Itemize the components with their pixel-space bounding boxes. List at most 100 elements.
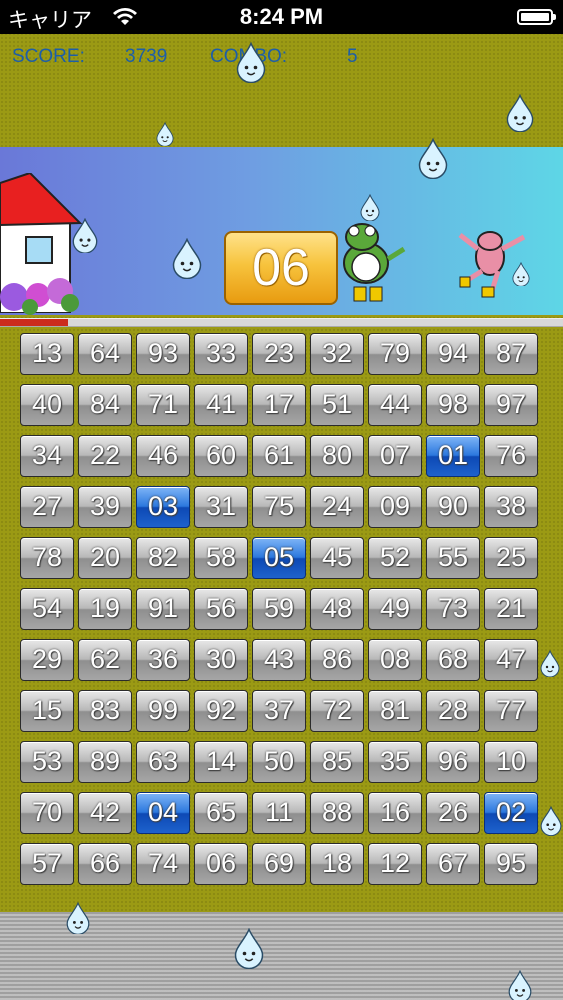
number-tile-87[interactable]: 87: [484, 333, 538, 375]
number-tile-07[interactable]: 07: [368, 435, 422, 477]
number-tile-01[interactable]: 01: [426, 435, 480, 477]
number-tile-05[interactable]: 05: [252, 537, 306, 579]
number-tile-93[interactable]: 93: [136, 333, 190, 375]
number-tile-65[interactable]: 65: [194, 792, 248, 834]
number-tile-80[interactable]: 80: [310, 435, 364, 477]
number-tile-92[interactable]: 92: [194, 690, 248, 732]
number-tile-74[interactable]: 74: [136, 843, 190, 885]
number-tile-88[interactable]: 88: [310, 792, 364, 834]
number-tile-19[interactable]: 19: [78, 588, 132, 630]
number-tile-22[interactable]: 22: [78, 435, 132, 477]
number-tile-34[interactable]: 34: [20, 435, 74, 477]
number-tile-61[interactable]: 61: [252, 435, 306, 477]
number-tile-37[interactable]: 37: [252, 690, 306, 732]
number-tile-77[interactable]: 77: [484, 690, 538, 732]
number-tile-68[interactable]: 68: [426, 639, 480, 681]
number-tile-54[interactable]: 54: [20, 588, 74, 630]
number-tile-13[interactable]: 13: [20, 333, 74, 375]
number-tile-46[interactable]: 46: [136, 435, 190, 477]
number-tile-04[interactable]: 04: [136, 792, 190, 834]
number-tile-27[interactable]: 27: [20, 486, 74, 528]
number-tile-25[interactable]: 25: [484, 537, 538, 579]
number-tile-15[interactable]: 15: [20, 690, 74, 732]
number-tile-29[interactable]: 29: [20, 639, 74, 681]
number-tile-64[interactable]: 64: [78, 333, 132, 375]
number-tile-18[interactable]: 18: [310, 843, 364, 885]
number-tile-83[interactable]: 83: [78, 690, 132, 732]
number-tile-58[interactable]: 58: [194, 537, 248, 579]
number-tile-86[interactable]: 86: [310, 639, 364, 681]
number-tile-02[interactable]: 02: [484, 792, 538, 834]
number-tile-72[interactable]: 72: [310, 690, 364, 732]
number-tile-69[interactable]: 69: [252, 843, 306, 885]
number-tile-73[interactable]: 73: [426, 588, 480, 630]
number-tile-60[interactable]: 60: [194, 435, 248, 477]
number-tile-66[interactable]: 66: [78, 843, 132, 885]
number-tile-16[interactable]: 16: [368, 792, 422, 834]
number-tile-51[interactable]: 51: [310, 384, 364, 426]
number-tile-21[interactable]: 21: [484, 588, 538, 630]
number-tile-97[interactable]: 97: [484, 384, 538, 426]
number-tile-06[interactable]: 06: [194, 843, 248, 885]
number-tile-89[interactable]: 89: [78, 741, 132, 783]
number-tile-85[interactable]: 85: [310, 741, 364, 783]
number-tile-28[interactable]: 28: [426, 690, 480, 732]
number-tile-59[interactable]: 59: [252, 588, 306, 630]
number-tile-47[interactable]: 47: [484, 639, 538, 681]
number-tile-98[interactable]: 98: [426, 384, 480, 426]
number-tile-67[interactable]: 67: [426, 843, 480, 885]
number-tile-57[interactable]: 57: [20, 843, 74, 885]
number-tile-36[interactable]: 36: [136, 639, 190, 681]
number-tile-30[interactable]: 30: [194, 639, 248, 681]
number-tile-56[interactable]: 56: [194, 588, 248, 630]
number-tile-70[interactable]: 70: [20, 792, 74, 834]
number-tile-43[interactable]: 43: [252, 639, 306, 681]
number-tile-03[interactable]: 03: [136, 486, 190, 528]
number-tile-48[interactable]: 48: [310, 588, 364, 630]
number-tile-52[interactable]: 52: [368, 537, 422, 579]
number-tile-53[interactable]: 53: [20, 741, 74, 783]
number-tile-33[interactable]: 33: [194, 333, 248, 375]
number-tile-99[interactable]: 99: [136, 690, 190, 732]
number-tile-09[interactable]: 09: [368, 486, 422, 528]
number-tile-14[interactable]: 14: [194, 741, 248, 783]
number-tile-76[interactable]: 76: [484, 435, 538, 477]
number-tile-44[interactable]: 44: [368, 384, 422, 426]
number-tile-24[interactable]: 24: [310, 486, 364, 528]
number-tile-31[interactable]: 31: [194, 486, 248, 528]
number-tile-40[interactable]: 40: [20, 384, 74, 426]
number-tile-35[interactable]: 35: [368, 741, 422, 783]
number-tile-78[interactable]: 78: [20, 537, 74, 579]
number-tile-17[interactable]: 17: [252, 384, 306, 426]
number-tile-41[interactable]: 41: [194, 384, 248, 426]
number-tile-79[interactable]: 79: [368, 333, 422, 375]
number-tile-20[interactable]: 20: [78, 537, 132, 579]
number-tile-90[interactable]: 90: [426, 486, 480, 528]
number-tile-71[interactable]: 71: [136, 384, 190, 426]
number-tile-23[interactable]: 23: [252, 333, 306, 375]
number-tile-84[interactable]: 84: [78, 384, 132, 426]
number-tile-62[interactable]: 62: [78, 639, 132, 681]
number-tile-75[interactable]: 75: [252, 486, 306, 528]
number-tile-49[interactable]: 49: [368, 588, 422, 630]
number-tile-26[interactable]: 26: [426, 792, 480, 834]
number-tile-11[interactable]: 11: [252, 792, 306, 834]
number-tile-08[interactable]: 08: [368, 639, 422, 681]
number-tile-94[interactable]: 94: [426, 333, 480, 375]
number-tile-55[interactable]: 55: [426, 537, 480, 579]
number-tile-50[interactable]: 50: [252, 741, 306, 783]
number-tile-10[interactable]: 10: [484, 741, 538, 783]
number-tile-81[interactable]: 81: [368, 690, 422, 732]
number-tile-82[interactable]: 82: [136, 537, 190, 579]
number-tile-39[interactable]: 39: [78, 486, 132, 528]
number-tile-32[interactable]: 32: [310, 333, 364, 375]
number-tile-38[interactable]: 38: [484, 486, 538, 528]
number-tile-12[interactable]: 12: [368, 843, 422, 885]
number-tile-63[interactable]: 63: [136, 741, 190, 783]
number-tile-96[interactable]: 96: [426, 741, 480, 783]
number-tile-42[interactable]: 42: [78, 792, 132, 834]
number-tile-91[interactable]: 91: [136, 588, 190, 630]
number-tile-45[interactable]: 45: [310, 537, 364, 579]
raindrop-icon: [72, 218, 98, 254]
number-tile-95[interactable]: 95: [484, 843, 538, 885]
